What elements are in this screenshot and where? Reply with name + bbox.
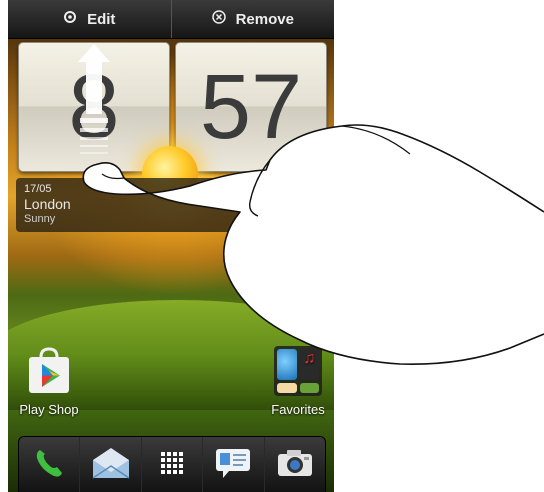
dock-mail[interactable]	[79, 437, 140, 492]
mail-icon	[91, 446, 131, 485]
dock-all-apps[interactable]	[140, 437, 202, 492]
favorites-label: Favorites	[271, 402, 325, 417]
dock-camera[interactable]	[263, 437, 325, 492]
play-shop-app[interactable]: Play Shop	[14, 346, 84, 417]
remove-button[interactable]: Remove	[170, 0, 335, 38]
all-apps-icon	[159, 450, 185, 481]
gear-icon	[63, 10, 77, 28]
dock-phone[interactable]	[19, 437, 79, 492]
edit-label: Edit	[87, 10, 116, 28]
play-shop-label: Play Shop	[19, 402, 79, 417]
phone-icon	[32, 446, 66, 485]
dock-messages[interactable]	[202, 437, 263, 492]
remove-label: Remove	[235, 10, 294, 28]
close-circle-icon	[211, 10, 226, 28]
play-store-icon	[25, 346, 73, 396]
widget-action-bar: Edit Remove	[8, 0, 334, 39]
messages-icon	[213, 446, 253, 485]
dock	[18, 436, 326, 492]
camera-icon	[275, 446, 315, 485]
pinch-hand-gesture-icon	[80, 120, 544, 385]
edit-button[interactable]: Edit	[8, 0, 171, 38]
